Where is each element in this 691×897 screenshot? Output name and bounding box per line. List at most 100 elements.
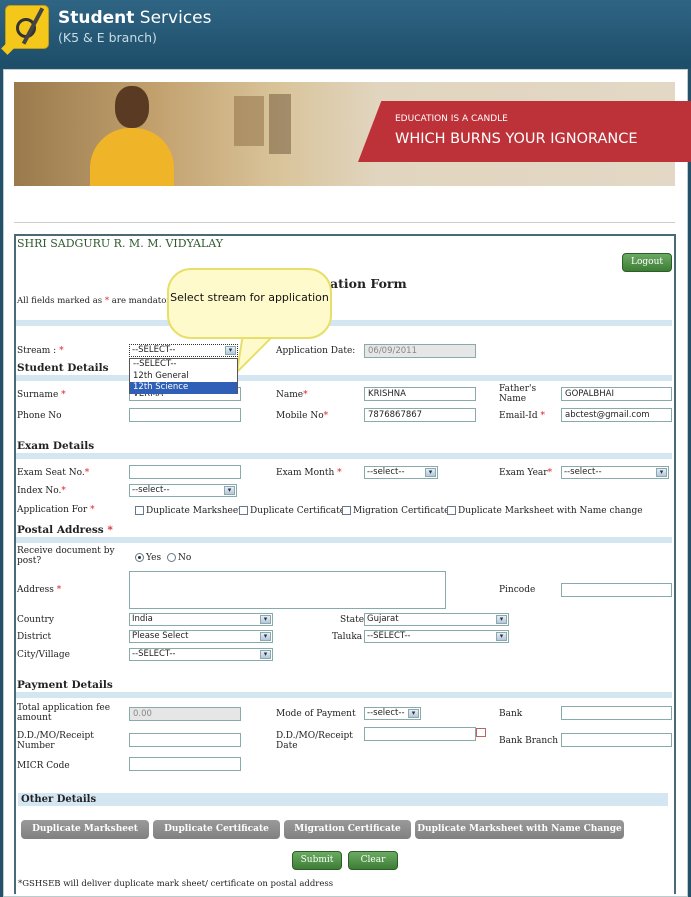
migration-certificate-checkbox[interactable] bbox=[342, 506, 351, 515]
chevron-down-icon: ▾ bbox=[224, 486, 235, 495]
district-select[interactable]: Please Select ▾ bbox=[129, 630, 273, 643]
application-for-label: Application For * bbox=[17, 505, 95, 515]
footnote: *GSHSEB will deliver duplicate mark shee… bbox=[18, 879, 334, 889]
exam-seat-field[interactable] bbox=[129, 465, 241, 479]
chevron-down-icon: ▾ bbox=[260, 650, 271, 659]
brand-subtitle: (K5 & E branch) bbox=[58, 30, 157, 45]
clear-button[interactable]: Clear bbox=[348, 851, 398, 870]
other-details-heading: Other Details bbox=[21, 794, 97, 805]
email-field[interactable]: abctest@gmail.com bbox=[561, 408, 672, 422]
name-field[interactable]: KRISHNA bbox=[364, 387, 476, 401]
chevron-down-icon: ▾ bbox=[260, 632, 271, 641]
chevron-down-icon: ▾ bbox=[425, 468, 436, 477]
section-bar bbox=[16, 453, 672, 459]
stream-select[interactable]: --SELECT-- ▾ bbox=[129, 344, 238, 357]
bank-branch-label: Bank Branch bbox=[499, 736, 559, 746]
bank-branch-field[interactable] bbox=[561, 733, 672, 747]
calendar-icon[interactable] bbox=[476, 728, 486, 737]
duplicate-certificate-checkbox[interactable] bbox=[239, 506, 248, 515]
divider bbox=[14, 222, 675, 223]
stream-dropdown-list: --SELECT-- 12th General 12th Science bbox=[129, 358, 238, 394]
dd-number-label: D.D./MO/Receipt Number bbox=[17, 731, 94, 751]
city-village-select[interactable]: --SELECT-- ▾ bbox=[129, 648, 273, 661]
receive-no-label: No bbox=[178, 553, 192, 563]
other-details-bar bbox=[18, 793, 668, 806]
exam-year-select[interactable]: --select-- ▾ bbox=[561, 466, 669, 479]
duplicate-marksheet-name-change-option: Duplicate Marksheet with Name change bbox=[458, 506, 643, 516]
taluka-select[interactable]: --SELECT-- ▾ bbox=[364, 630, 509, 643]
logout-button[interactable]: Logout bbox=[622, 253, 672, 272]
student-photo bbox=[82, 86, 182, 186]
tooltip-pointer bbox=[235, 334, 277, 374]
total-fee-field[interactable]: 0.00 bbox=[129, 707, 241, 721]
father-name-field[interactable]: GOPALBHAI bbox=[561, 387, 672, 401]
duplicate-certificate-option: Duplicate Certificate bbox=[250, 506, 346, 516]
dd-number-field[interactable] bbox=[129, 733, 241, 747]
stream-option-12th-general[interactable]: 12th General bbox=[130, 371, 237, 383]
form-title: ation Form bbox=[330, 276, 407, 291]
duplicate-certificate-button[interactable]: Duplicate Certificate bbox=[153, 820, 280, 839]
chevron-down-icon: ▾ bbox=[260, 615, 271, 624]
bank-field[interactable] bbox=[561, 706, 672, 720]
address-label: Address * bbox=[17, 585, 62, 595]
chevron-down-icon: ▾ bbox=[656, 468, 667, 477]
index-no-select[interactable]: --select-- ▾ bbox=[129, 484, 237, 497]
exam-seat-label: Exam Seat No.* bbox=[17, 468, 90, 478]
tooltip-text: Select stream for application bbox=[170, 291, 329, 304]
micr-code-label: MICR Code bbox=[17, 761, 70, 771]
mobile-field[interactable]: 7876867867 bbox=[364, 408, 476, 422]
receive-no-radio[interactable] bbox=[167, 553, 176, 562]
migration-certificate-button[interactable]: Migration Certificate bbox=[284, 820, 411, 839]
taluka-label: Taluka bbox=[332, 632, 363, 642]
brand-title: Student Services bbox=[58, 8, 212, 28]
mode-of-payment-label: Mode of Payment bbox=[276, 709, 356, 719]
district-label: District bbox=[17, 632, 52, 642]
stream-option-select[interactable]: --SELECT-- bbox=[130, 359, 237, 371]
exam-month-select[interactable]: --select-- ▾ bbox=[364, 466, 438, 479]
index-no-label: Index No.* bbox=[17, 486, 66, 496]
student-details-heading: Student Details bbox=[17, 362, 109, 374]
father-name-label: Father's Name bbox=[499, 384, 537, 404]
stream-label: Stream : * bbox=[17, 346, 64, 356]
country-label: Country bbox=[17, 615, 54, 625]
exam-details-heading: Exam Details bbox=[17, 440, 95, 452]
email-label: Email-Id * bbox=[499, 411, 545, 421]
application-date-field[interactable]: 06/09/2011 bbox=[364, 344, 476, 358]
exam-year-label: Exam Year* bbox=[499, 468, 553, 478]
phone-label: Phone No bbox=[17, 411, 62, 421]
section-bar bbox=[16, 692, 672, 698]
stream-option-12th-science[interactable]: 12th Science bbox=[130, 382, 237, 394]
pincode-field[interactable] bbox=[561, 583, 672, 597]
address-textarea[interactable] bbox=[129, 571, 446, 609]
postal-address-heading: Postal Address * bbox=[17, 524, 113, 536]
name-label: Name* bbox=[276, 390, 308, 400]
submit-button[interactable]: Submit bbox=[292, 851, 342, 870]
section-bar bbox=[16, 320, 672, 326]
country-select[interactable]: India ▾ bbox=[129, 613, 273, 626]
receive-yes-radio[interactable] bbox=[135, 553, 144, 562]
duplicate-marksheet-name-change-button[interactable]: Duplicate Marksheet with Name Change bbox=[415, 820, 624, 839]
mode-of-payment-select[interactable]: --select-- ▾ bbox=[364, 707, 421, 720]
dd-date-label: D.D./MO/Receipt Date bbox=[276, 731, 353, 751]
exam-month-label: Exam Month * bbox=[276, 468, 342, 478]
dd-date-field[interactable] bbox=[364, 727, 476, 741]
surname-label: Surname * bbox=[17, 390, 66, 400]
duplicate-marksheet-checkbox[interactable] bbox=[135, 506, 144, 515]
school-name: SHRI SADGURU R. M. M. VIDYALAY bbox=[17, 237, 223, 250]
mobile-label: Mobile No* bbox=[276, 411, 329, 421]
chevron-down-icon: ▾ bbox=[496, 615, 507, 624]
state-label: State bbox=[340, 615, 365, 625]
phone-field[interactable] bbox=[129, 408, 241, 422]
state-select[interactable]: Gujarat ▾ bbox=[364, 613, 509, 626]
pincode-label: Pincode bbox=[499, 585, 536, 595]
receive-by-post-label: Receive document by post? bbox=[17, 546, 115, 566]
duplicate-marksheet-name-change-checkbox[interactable] bbox=[447, 506, 456, 515]
section-bar bbox=[16, 537, 672, 543]
duplicate-marksheet-button[interactable]: Duplicate Marksheet bbox=[21, 820, 149, 839]
section-bar bbox=[16, 375, 672, 381]
duplicate-marksheet-option: Duplicate Marksheet bbox=[146, 506, 242, 516]
migration-certificate-option: Migration Certificate bbox=[353, 506, 450, 516]
micr-code-field[interactable] bbox=[129, 757, 241, 771]
chevron-down-icon: ▾ bbox=[408, 709, 419, 718]
receive-yes-label: Yes bbox=[146, 553, 162, 563]
